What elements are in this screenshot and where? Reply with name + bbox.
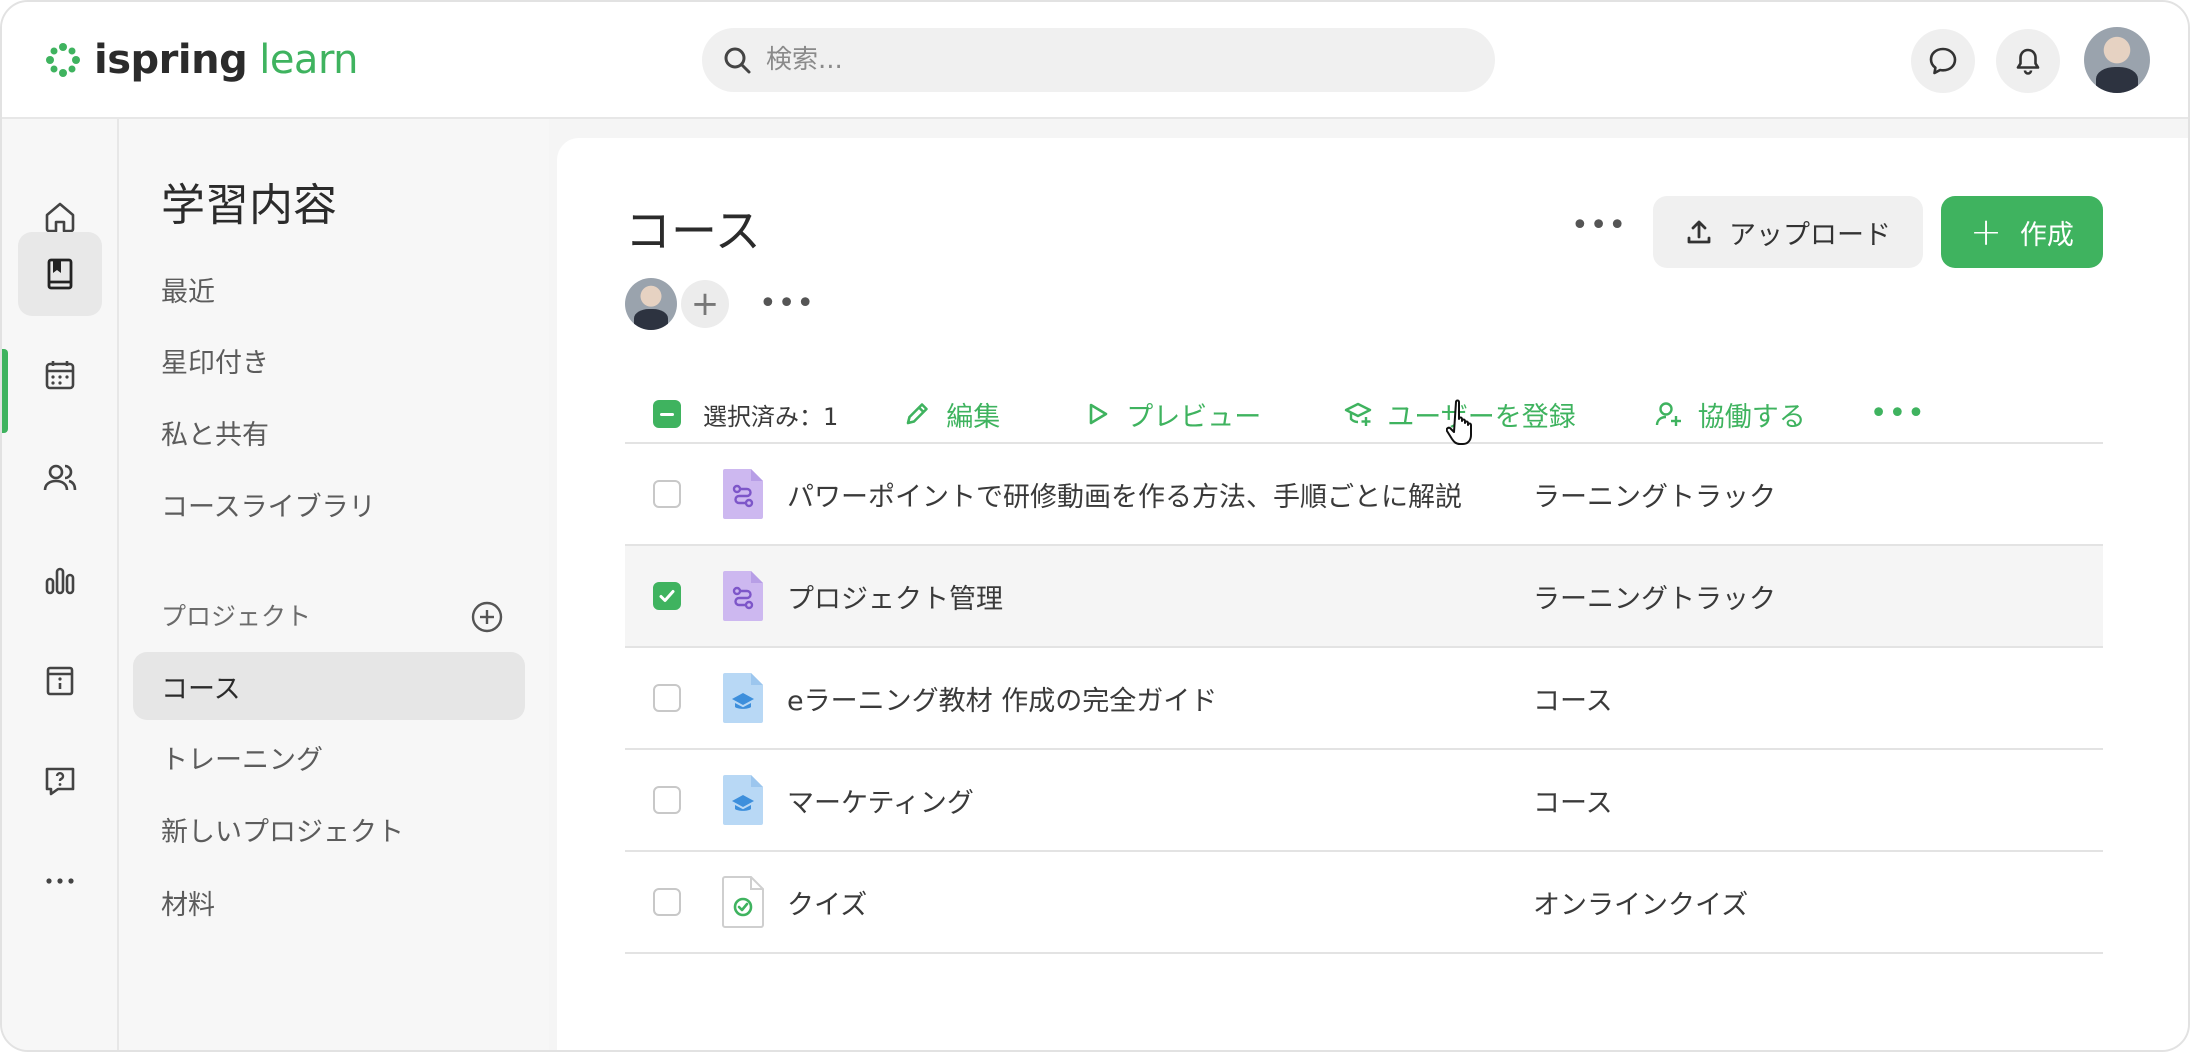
row-title[interactable]: eラーニング教材 作成の完全ガイド — [787, 679, 1533, 718]
row-checkbox[interactable] — [653, 684, 681, 712]
page-title: コース — [625, 204, 761, 258]
sidebar-item-training[interactable]: トレーニング — [133, 723, 525, 791]
table-row[interactable]: マーケティング コース — [625, 750, 2103, 852]
sidebar-item-courses[interactable]: コース — [133, 652, 525, 720]
row-title[interactable]: パワーポイントで研修動画を作る方法、手順ごとに解説 — [787, 475, 1533, 514]
sidebar-item-shared[interactable]: 私と共有 — [133, 398, 525, 466]
bell-icon — [2016, 48, 2040, 75]
owners-more-button[interactable]: ••• — [759, 289, 815, 319]
selected-count: 選択済み：1 — [703, 402, 839, 431]
sidebar-item-new-project[interactable]: 新しいプロジェクト — [133, 795, 525, 863]
add-project-icon[interactable] — [470, 600, 504, 634]
content-sidebar: 学習内容 最近 星印付き 私と共有 コースライブラリ プロジェクト コース トレ… — [119, 119, 549, 1050]
rail-help[interactable] — [18, 739, 102, 823]
info-board-icon — [46, 666, 74, 696]
user-avatar[interactable] — [2084, 27, 2150, 93]
sidebar-item-materials[interactable]: 材料 — [133, 868, 525, 936]
table-row[interactable]: プロジェクト管理 ラーニングトラック — [625, 546, 2103, 648]
top-bar: ispring learn — [2, 2, 2188, 119]
collaborate-label: 協働する — [1697, 401, 1806, 433]
row-title[interactable]: クイズ — [787, 883, 1533, 922]
row-checkbox[interactable] — [653, 582, 681, 610]
row-type: コース — [1533, 787, 1613, 819]
edit-action[interactable]: 編集 — [902, 395, 1000, 434]
owner-avatar[interactable] — [625, 278, 677, 330]
play-icon — [1089, 403, 1108, 425]
search-bar[interactable] — [702, 28, 1495, 92]
quiz-icon — [721, 875, 765, 929]
row-checkbox[interactable] — [653, 786, 681, 814]
graduation-cap-icon — [1345, 402, 1372, 426]
row-type: ラーニングトラック — [1533, 481, 1776, 513]
help-icon — [45, 767, 75, 796]
logo-subtext: learn — [259, 37, 359, 83]
course-icon — [721, 671, 765, 725]
home-icon — [45, 202, 75, 233]
rail-users[interactable] — [18, 436, 102, 520]
edit-label: 編集 — [946, 401, 1001, 433]
add-user-icon — [1655, 402, 1681, 426]
bulk-action-toolbar: 選択済み：1 編集 プレビュー ユーザーを登録 協働する ••• — [625, 384, 2103, 444]
row-type: ラーニングトラック — [1533, 583, 1776, 615]
sidebar-item-starred[interactable]: 星印付き — [133, 326, 525, 394]
row-checkbox[interactable] — [653, 480, 681, 508]
checkmark-icon — [659, 590, 675, 602]
preview-label: プレビュー — [1126, 401, 1262, 433]
page-more-button[interactable]: ••• — [1571, 208, 1627, 243]
nav-rail — [2, 119, 119, 1050]
users-icon — [43, 464, 77, 491]
table-row[interactable]: eラーニング教材 作成の完全ガイド コース — [625, 648, 2103, 750]
projects-section-label: プロジェクト — [161, 602, 312, 631]
course-icon — [721, 773, 765, 827]
table-row[interactable]: パワーポイントで研修動画を作る方法、手順ごとに解説 ラーニングトラック — [625, 444, 2103, 546]
row-title[interactable]: マーケティング — [787, 781, 1533, 820]
sidebar-item-recent[interactable]: 最近 — [133, 255, 525, 323]
sidebar-item-course-library[interactable]: コースライブラリ — [133, 470, 525, 538]
row-type: コース — [1533, 685, 1613, 717]
row-title[interactable]: プロジェクト管理 — [787, 577, 1533, 616]
rail-calendar[interactable] — [18, 333, 102, 417]
owners-row: + ••• — [625, 278, 815, 330]
logo[interactable]: ispring learn — [44, 32, 359, 88]
chart-icon — [45, 567, 75, 595]
app-window: ispring learn 検索... 学習内容 最近 星印付き 私と共有 コー… — [0, 0, 2190, 1052]
rail-learning-content[interactable] — [18, 232, 102, 316]
book-icon — [47, 258, 73, 290]
select-all-checkbox[interactable] — [653, 400, 681, 428]
row-checkbox[interactable] — [653, 888, 681, 916]
create-label: 作成 — [2019, 219, 2074, 251]
table-row[interactable]: クイズ オンラインクイズ — [625, 852, 2103, 954]
chat-button[interactable] — [1911, 29, 1975, 93]
chat-bubble-icon — [1929, 47, 1957, 75]
toolbar-more-button[interactable]: ••• — [1870, 399, 1926, 429]
create-button[interactable]: + 作成 — [1941, 196, 2103, 268]
preview-action[interactable]: プレビュー — [1082, 395, 1261, 434]
notifications-button[interactable] — [1996, 29, 2060, 93]
upload-icon — [1687, 220, 1711, 244]
search-icon — [724, 47, 751, 74]
logo-mark-icon — [46, 43, 80, 77]
row-type: オンラインクイズ — [1533, 889, 1749, 921]
calendar-icon — [45, 361, 75, 390]
enroll-users-label: ユーザーを登録 — [1387, 401, 1576, 433]
learning-track-icon — [721, 467, 765, 521]
learning-track-icon — [721, 569, 765, 623]
rail-more[interactable] — [18, 839, 102, 923]
sidebar-title: 学習内容 — [161, 180, 337, 231]
plus-icon: + — [1970, 210, 2002, 254]
search-input[interactable] — [766, 45, 1466, 75]
rail-info-board[interactable] — [18, 639, 102, 723]
rail-active-indicator — [2, 349, 8, 433]
main-panel: コース + ••• ••• アップロード + 作成 選択済み：1 編集 プレビュ… — [557, 138, 2188, 1050]
pencil-icon — [906, 403, 929, 425]
upload-button[interactable]: アップロード — [1653, 196, 1923, 268]
hand-cursor-icon — [1446, 399, 1472, 445]
more-icon — [46, 878, 74, 884]
collaborate-action[interactable]: 協働する — [1654, 395, 1806, 434]
logo-text: ispring — [94, 37, 248, 83]
add-owner-button[interactable]: + — [681, 280, 729, 328]
upload-label: アップロード — [1729, 219, 1891, 251]
rail-reports[interactable] — [18, 538, 102, 622]
